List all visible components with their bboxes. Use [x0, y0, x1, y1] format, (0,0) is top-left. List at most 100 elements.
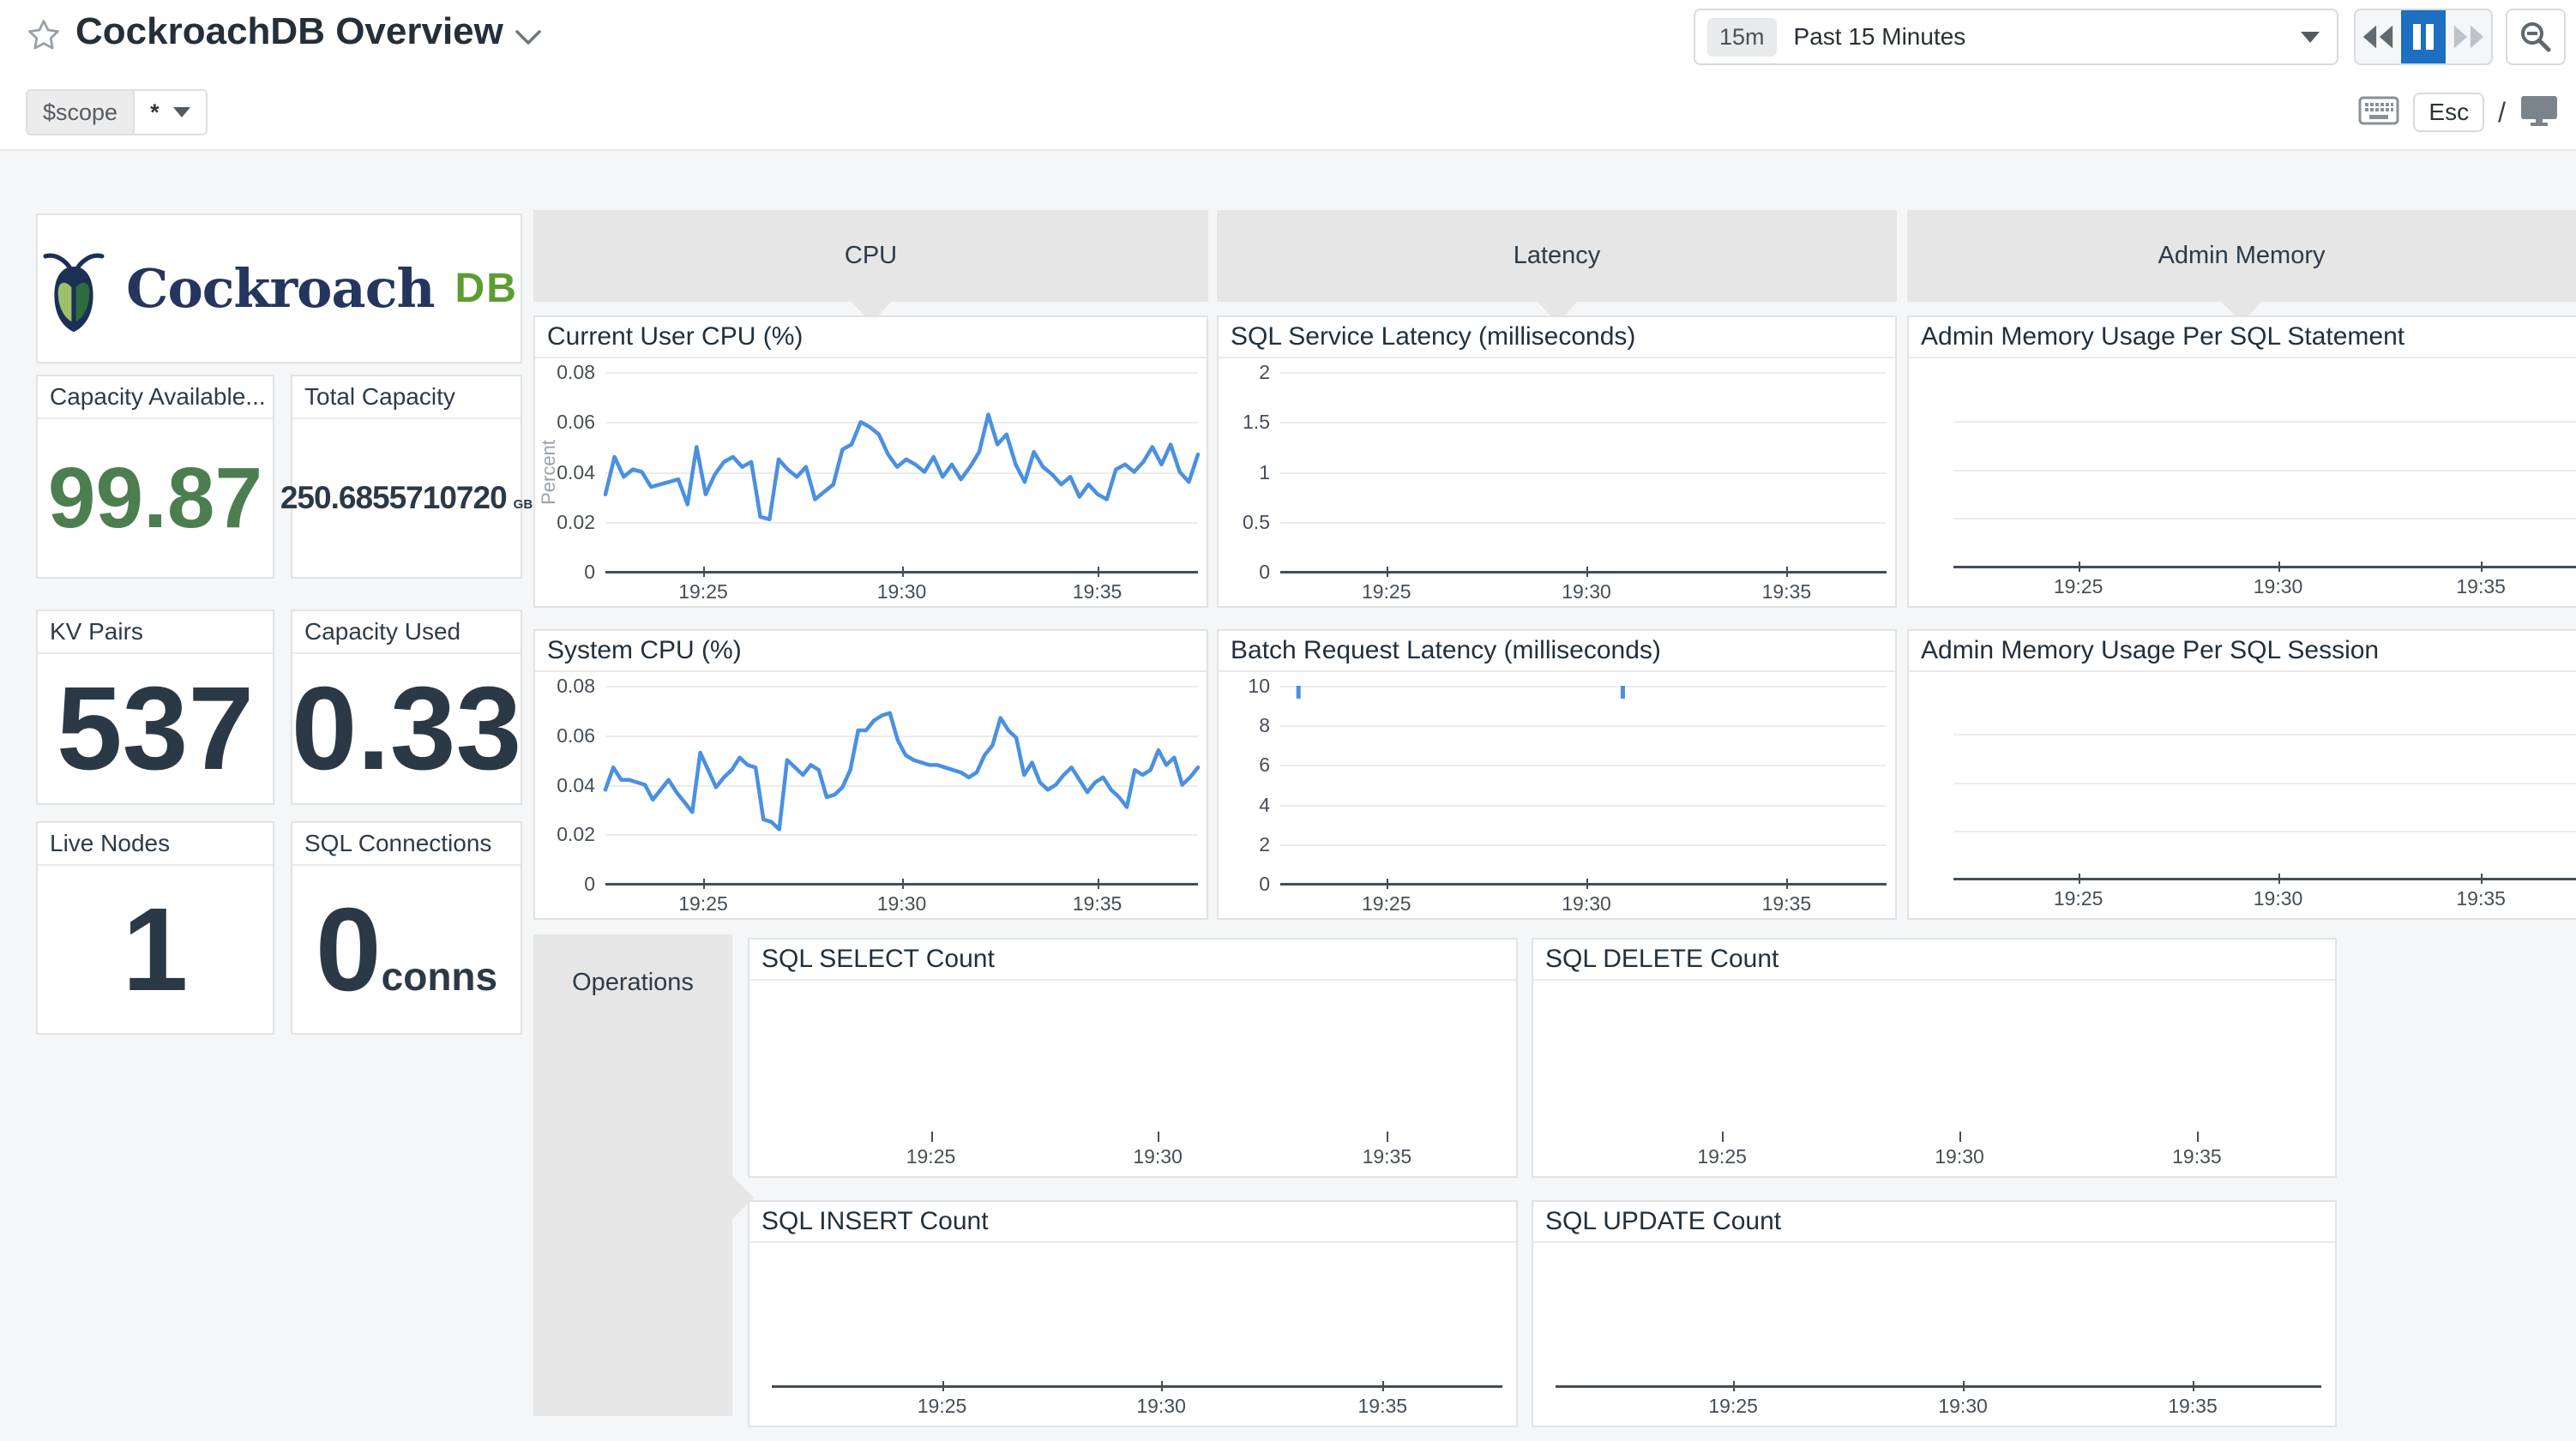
- scope-template-selector: $scope *: [26, 89, 208, 135]
- stat-title: Capacity Available...: [38, 376, 273, 419]
- chart-current-user-cpu[interactable]: 00.020.040.060.0819:2519:3019:35Percent: [535, 358, 1207, 606]
- scope-variable-name: $scope: [27, 91, 133, 134]
- gridline: [1953, 421, 2576, 423]
- stat-panel-sql-connections: SQL Connections 0conns: [291, 821, 522, 1035]
- stat-unit: GB: [514, 497, 533, 512]
- stat-title: KV Pairs: [38, 611, 273, 654]
- stat-title: Live Nodes: [38, 823, 273, 866]
- favorite-star-icon[interactable]: [26, 17, 62, 57]
- stat-value: 537: [57, 669, 254, 788]
- stat-value: 250.6855710720GB: [280, 480, 533, 516]
- chart-title: SQL Service Latency (milliseconds): [1219, 317, 1895, 358]
- stat-value: 0.33: [292, 669, 522, 788]
- stat-value: 0conns: [316, 891, 497, 1009]
- x-axis-tick-label: 19:25: [2019, 575, 2139, 598]
- y-axis-tick-label: 0.5: [1243, 510, 1270, 534]
- chart-sql-insert-count[interactable]: 19:2519:3019:35: [749, 1243, 1516, 1426]
- section-tab-latency[interactable]: Latency: [1217, 210, 1897, 302]
- x-axis-tick: [1786, 567, 1788, 577]
- chart-title: Admin Memory Usage Per SQL Session: [1909, 631, 2576, 672]
- x-axis-tick: [931, 1132, 933, 1142]
- fast-forward-button[interactable]: [2446, 10, 2491, 63]
- x-axis-tick: [2481, 874, 2483, 884]
- chart-panel-sql-insert-count: SQL INSERT Count 19:2519:3019:35: [748, 1200, 1518, 1427]
- time-range-label: Past 15 Minutes: [1794, 23, 2301, 51]
- x-axis-tick: [942, 1381, 944, 1391]
- time-media-controls: [2354, 9, 2493, 65]
- chart-batch-request-latency[interactable]: 024681019:2519:3019:35: [1219, 672, 1895, 918]
- x-axis-tick: [2481, 561, 2483, 572]
- pause-button[interactable]: [2401, 10, 2447, 63]
- stat-unit: conns: [382, 957, 497, 996]
- chevron-down-icon[interactable]: [515, 29, 542, 51]
- rewind-button[interactable]: [2356, 10, 2401, 63]
- x-axis-tick: [2278, 561, 2280, 572]
- section-label: Latency: [1514, 242, 1601, 270]
- x-axis-tick-label: 19:25: [1673, 1395, 1793, 1418]
- scope-value: *: [150, 99, 159, 126]
- x-axis-tick-label: 19:30: [2218, 575, 2338, 598]
- chart-panel-sql-update-count: SQL UPDATE Count 19:2519:3019:35: [1532, 1200, 2337, 1427]
- time-range-badge: 15m: [1707, 18, 1777, 57]
- x-axis-tick-label: 19:35: [1322, 1395, 1442, 1418]
- chart-panel-sql-delete-count: SQL DELETE Count 19:2519:3019:35: [1532, 938, 2337, 1178]
- x-axis-tick-label: 19:35: [1327, 1145, 1447, 1168]
- y-axis-tick-label: 1: [1259, 460, 1270, 484]
- x-axis-tick: [1387, 1132, 1388, 1142]
- section-tab-admin-memory[interactable]: Admin Memory: [1907, 210, 2576, 302]
- scope-value-dropdown[interactable]: *: [133, 91, 206, 134]
- x-axis-tick: [2197, 1132, 2199, 1142]
- chart-title: Batch Request Latency (milliseconds): [1219, 631, 1895, 672]
- x-axis-tick-label: 19:30: [2218, 887, 2338, 910]
- chart-panel-current-user-cpu: Current User CPU (%) 00.020.040.060.0819…: [533, 315, 1208, 608]
- chart-sql-delete-count[interactable]: 19:2519:3019:35: [1533, 981, 2335, 1176]
- stat-panel-kv-pairs: KV Pairs 537: [36, 609, 274, 805]
- chart-series: [535, 358, 1207, 606]
- logo-suffix: DB: [455, 265, 518, 312]
- x-axis-tick: [1387, 567, 1388, 577]
- x-axis-tick-label: 19:35: [2421, 887, 2541, 910]
- x-axis-tick: [1959, 1132, 1961, 1142]
- section-tab-operations[interactable]: Operations: [533, 934, 732, 1416]
- x-axis-tick: [1158, 1132, 1159, 1142]
- zoom-out-button[interactable]: [2506, 9, 2566, 65]
- x-axis-tick-label: 19:35: [1726, 580, 1846, 603]
- chart-admin-memory-session[interactable]: 19:25 19:30 19:35: [1909, 672, 2576, 918]
- chart-admin-memory-statement[interactable]: 19:2519:3019:35: [1909, 358, 2576, 606]
- chart-panel-batch-request-latency: Batch Request Latency (milliseconds) 024…: [1217, 629, 1897, 920]
- stat-panel-total-capacity: Total Capacity 250.6855710720GB: [291, 375, 522, 579]
- x-axis-line: [1556, 1385, 2321, 1388]
- keyboard-icon[interactable]: [2358, 96, 2399, 129]
- fullscreen-monitor-icon[interactable]: [2519, 94, 2559, 131]
- x-axis-tick-label: 19:25: [871, 1145, 991, 1168]
- x-axis-tick-label: 19:25: [2019, 887, 2139, 910]
- chart-panel-admin-memory-statement: Admin Memory Usage Per SQL Statement 19:…: [1907, 315, 2576, 608]
- stat-panel-capacity-available: Capacity Available... 99.87: [36, 375, 274, 579]
- x-axis-tick: [1161, 1381, 1163, 1391]
- stat-title: SQL Connections: [292, 823, 521, 866]
- gridline: [1953, 470, 2576, 471]
- chart-title: Admin Memory Usage Per SQL Statement: [1909, 317, 2576, 358]
- chart-system-cpu[interactable]: 00.020.040.060.0819:2519:3019:35: [535, 672, 1207, 918]
- stat-panel-live-nodes: Live Nodes 1: [36, 821, 274, 1035]
- esc-key-button[interactable]: Esc: [2413, 93, 2484, 132]
- x-axis-tick-label: 19:30: [1903, 1395, 2023, 1418]
- x-axis-line: [772, 1385, 1502, 1388]
- stat-value: 99.87: [48, 449, 262, 548]
- section-label: Admin Memory: [2158, 242, 2326, 270]
- chart-title: Current User CPU (%): [535, 317, 1207, 358]
- chart-sql-select-count[interactable]: 19:2519:3019:35: [749, 981, 1516, 1176]
- x-axis-tick: [2193, 1381, 2194, 1391]
- stat-value: 1: [123, 891, 189, 1009]
- time-range-picker[interactable]: 15m Past 15 Minutes: [1694, 9, 2338, 65]
- section-tab-cpu[interactable]: CPU: [533, 210, 1208, 302]
- chart-sql-service-latency[interactable]: 00.511.5219:2519:3019:35: [1219, 358, 1895, 606]
- y-axis-tick-label: 0: [1259, 560, 1270, 584]
- logo-panel: Cockroach DB: [36, 213, 522, 363]
- chart-sql-update-count[interactable]: 19:2519:3019:35: [1533, 1243, 2335, 1426]
- chart-panel-admin-memory-session: Admin Memory Usage Per SQL Session 19:25…: [1907, 629, 2576, 920]
- x-axis-tick-label: 19:30: [1101, 1395, 1221, 1418]
- chart-title: System CPU (%): [535, 631, 1207, 672]
- gridline: [1280, 522, 1887, 524]
- dropdown-caret-icon: [2301, 32, 2320, 43]
